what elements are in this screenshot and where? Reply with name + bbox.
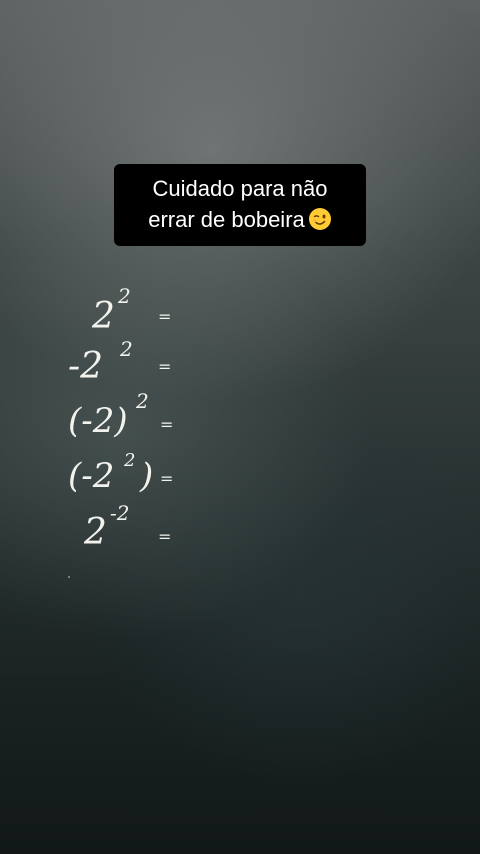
expression-1: 2 2 = — [91, 284, 171, 337]
expression-4-base: (-2 — [68, 456, 114, 496]
expression-3-exponent: 2 — [135, 389, 149, 413]
expression-3-equals: = — [160, 415, 173, 434]
expression-4: (-2 2 ) = — [68, 450, 173, 496]
expression-4-exponent: 2 — [123, 450, 135, 471]
chalk-expressions: 2 2 = -2 2 = (-2) 2 = (-2 2 ) = 2 -2 = — [68, 284, 173, 553]
expression-4-equals: = — [160, 469, 173, 488]
expression-5-exponent: -2 — [110, 501, 129, 525]
expression-5-base: 2 — [83, 512, 107, 553]
expression-3: (-2) 2 = — [68, 389, 173, 441]
expression-2-base: -2 — [68, 346, 103, 387]
expression-1-equals: = — [158, 307, 171, 326]
expression-2-exponent: 2 — [119, 337, 133, 361]
expression-4-close-paren: ) — [139, 456, 153, 496]
expression-3-base: (-2) — [68, 401, 128, 441]
expression-2-equals: = — [158, 357, 171, 376]
expression-5: 2 -2 = — [83, 501, 171, 553]
expression-1-base: 2 — [91, 296, 115, 337]
expression-5-equals: = — [158, 527, 171, 546]
expression-2: -2 2 = — [68, 337, 171, 387]
expression-1-exponent: 2 — [117, 284, 131, 308]
